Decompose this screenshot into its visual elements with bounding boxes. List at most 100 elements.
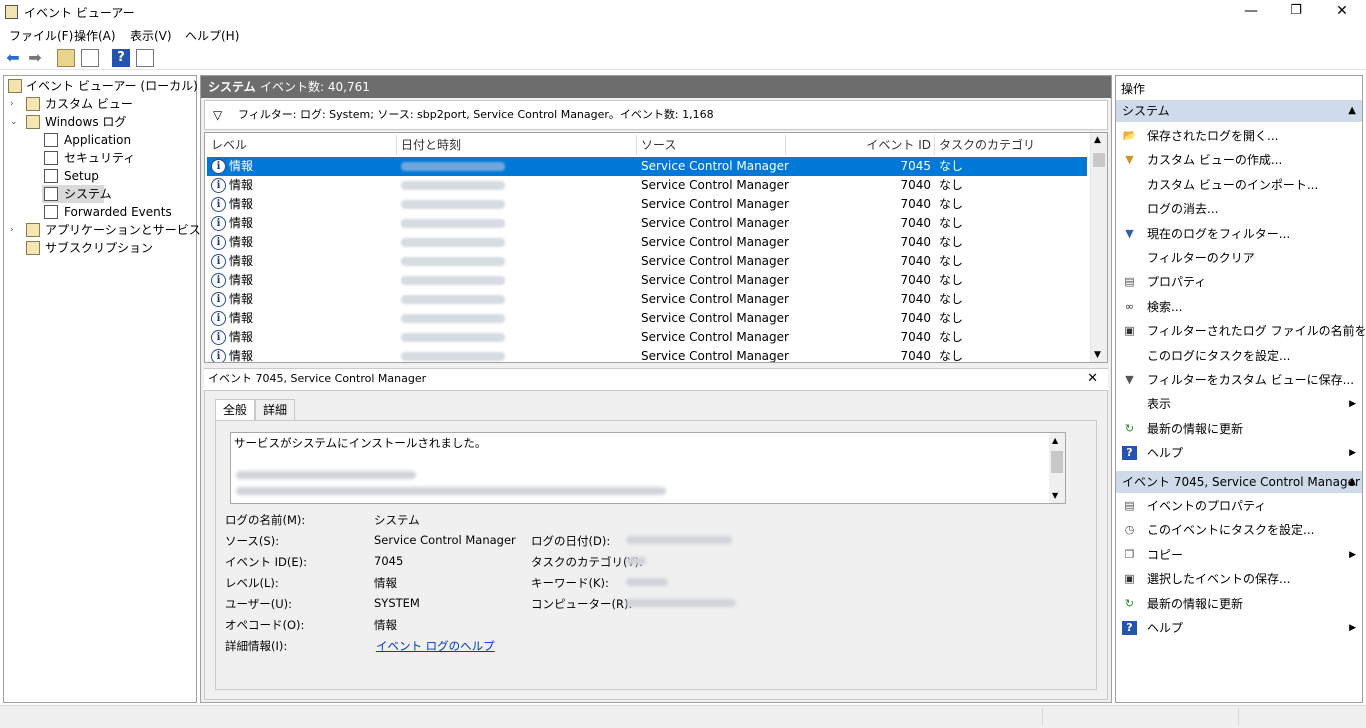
- action-item[interactable]: ▼ フィルターをカスタム ビューに保存...: [1116, 368, 1362, 392]
- action-item[interactable]: ❐ コピー ▶: [1116, 543, 1362, 567]
- event-row[interactable]: i 情報 Service Control Manager 7040 なし: [207, 347, 1087, 363]
- event-source: Service Control Manager: [641, 197, 789, 211]
- help-icon[interactable]: ?: [112, 49, 130, 67]
- column-header-task-category[interactable]: タスクのカテゴリ: [939, 135, 1035, 155]
- event-row[interactable]: i 情報 Service Control Manager 7040 なし: [207, 328, 1087, 347]
- event-row[interactable]: i 情報 Service Control Manager 7040 なし: [207, 309, 1087, 328]
- action-item[interactable]: ◷ このイベントにタスクを設定...: [1116, 518, 1362, 542]
- expand-icon[interactable]: ›: [10, 95, 20, 113]
- event-row[interactable]: i 情報 Service Control Manager 7040 なし: [207, 290, 1087, 309]
- log-icon: [44, 151, 58, 165]
- event-message-box[interactable]: サービスがシステムにインストールされました。 ▲ ▼: [230, 432, 1066, 504]
- collapse-up-icon[interactable]: ▲: [1348, 100, 1356, 122]
- redacted-text: [236, 471, 416, 479]
- event-row[interactable]: i 情報 Service Control Manager 7045 なし: [207, 157, 1087, 176]
- tree-log-label: システム: [64, 187, 112, 201]
- menu-view[interactable]: 表示(V): [130, 27, 172, 44]
- back-arrow-icon[interactable]: ⬅: [4, 49, 22, 67]
- menu-file[interactable]: ファイル(F): [9, 27, 73, 44]
- event-level: 情報: [229, 349, 254, 363]
- information-icon: i: [211, 159, 226, 174]
- scroll-down-icon[interactable]: ▼: [1094, 350, 1101, 360]
- event-count: イベント数: 40,761: [260, 80, 370, 94]
- message-scrollbar[interactable]: ▲ ▼: [1049, 433, 1065, 503]
- tree-log-system[interactable]: システム: [42, 185, 112, 203]
- scroll-down-icon[interactable]: ▼: [1052, 491, 1058, 500]
- event-level: 情報: [229, 159, 254, 173]
- event-row[interactable]: i 情報 Service Control Manager 7040 なし: [207, 214, 1087, 233]
- actions-section-system[interactable]: システム ▲: [1116, 100, 1362, 122]
- close-detail-icon[interactable]: ✕: [1087, 369, 1098, 389]
- more-info-label: 詳細情報(I):: [225, 639, 288, 653]
- tree-app-service-logs[interactable]: › アプリケーションとサービス ログ: [10, 221, 229, 239]
- scroll-thumb[interactable]: [1093, 153, 1105, 167]
- maximize-button[interactable]: ❐: [1273, 0, 1319, 24]
- console-tree-icon[interactable]: [81, 49, 99, 67]
- menu-action[interactable]: 操作(A): [74, 27, 116, 44]
- tree-custom-views[interactable]: › カスタム ビュー: [10, 95, 190, 113]
- action-label: 現在のログをフィルター...: [1147, 226, 1291, 241]
- tab-details[interactable]: 詳細: [255, 399, 295, 421]
- tab-general[interactable]: 全般: [215, 399, 255, 422]
- action-item[interactable]: ▼ 現在のログをフィルター...: [1116, 222, 1362, 246]
- scroll-thumb[interactable]: [1051, 451, 1063, 473]
- grid-scrollbar[interactable]: ▲ ▼: [1090, 133, 1107, 362]
- scroll-up-icon[interactable]: ▲: [1094, 135, 1101, 145]
- expand-icon[interactable]: ›: [10, 221, 20, 239]
- action-label: 保存されたログを開く...: [1147, 129, 1279, 143]
- column-divider[interactable]: [636, 135, 637, 155]
- action-item[interactable]: フィルターのクリア: [1116, 246, 1362, 270]
- redacted-computer: [626, 599, 736, 607]
- column-header-level[interactable]: レベル: [211, 135, 247, 155]
- action-item[interactable]: ▣ 選択したイベントの保存...: [1116, 567, 1362, 591]
- action-item[interactable]: 表示 ▶: [1116, 392, 1362, 416]
- action-item[interactable]: カスタム ビューのインポート...: [1116, 173, 1362, 197]
- column-divider[interactable]: [396, 135, 397, 155]
- column-header-date[interactable]: 日付と時刻: [401, 135, 461, 155]
- minimize-button[interactable]: —: [1228, 0, 1274, 24]
- collapse-icon[interactable]: ⌄: [10, 113, 20, 131]
- event-log-help-link[interactable]: イベント ログのヘルプ: [376, 638, 495, 654]
- up-folder-icon[interactable]: [57, 49, 75, 67]
- action-item[interactable]: ↻ 最新の情報に更新: [1116, 417, 1362, 441]
- action-pane-icon[interactable]: [136, 49, 154, 67]
- filter-icon: ▼: [1125, 226, 1134, 240]
- column-divider[interactable]: [785, 135, 786, 155]
- tree-subscriptions[interactable]: サブスクリプション: [10, 239, 190, 257]
- menu-help[interactable]: ヘルプ(H): [185, 27, 239, 44]
- action-item[interactable]: ↻ 最新の情報に更新: [1116, 592, 1362, 616]
- event-row[interactable]: i 情報 Service Control Manager 7040 なし: [207, 176, 1087, 195]
- tree-log-setup[interactable]: Setup: [42, 167, 192, 185]
- tree-custom-views-label: カスタム ビュー: [45, 97, 133, 111]
- column-divider[interactable]: [934, 135, 935, 155]
- tree-log-application[interactable]: Application: [42, 131, 192, 149]
- tree-log-security[interactable]: セキュリティ: [42, 149, 192, 167]
- action-item[interactable]: このログにタスクを設定...: [1116, 344, 1362, 368]
- column-header-event-id[interactable]: イベント ID: [791, 135, 931, 155]
- action-item[interactable]: ▣ フィルターされたログ ファイルの名前を付...: [1116, 319, 1366, 343]
- action-item[interactable]: ▼ カスタム ビューの作成...: [1116, 148, 1362, 172]
- action-item[interactable]: ▤ プロパティ: [1116, 270, 1362, 294]
- action-item[interactable]: ▤ イベントのプロパティ: [1116, 494, 1362, 518]
- scroll-up-icon[interactable]: ▲: [1052, 436, 1058, 445]
- tree-root[interactable]: イベント ビューアー (ローカル): [6, 77, 198, 95]
- tree-windows-logs[interactable]: ⌄ Windows ログ: [10, 113, 190, 131]
- tree-log-forwarded[interactable]: Forwarded Events: [42, 203, 192, 221]
- action-item[interactable]: ログの消去...: [1116, 197, 1362, 221]
- action-item[interactable]: ? ヘルプ ▶: [1116, 616, 1362, 640]
- event-row[interactable]: i 情報 Service Control Manager 7040 なし: [207, 233, 1087, 252]
- action-item[interactable]: ∞ 検索...: [1116, 295, 1362, 319]
- action-item[interactable]: ? ヘルプ ▶: [1116, 441, 1362, 465]
- event-row[interactable]: i 情報 Service Control Manager 7040 なし: [207, 252, 1087, 271]
- column-header-source[interactable]: ソース: [641, 135, 676, 155]
- title-bar: イベント ビューアー — ❐ ✕: [0, 0, 1366, 24]
- action-item[interactable]: 📂 保存されたログを開く...: [1116, 124, 1362, 148]
- log-icon: [44, 133, 58, 147]
- collapse-up-icon[interactable]: ▲: [1348, 471, 1356, 493]
- event-row[interactable]: i 情報 Service Control Manager 7040 なし: [207, 271, 1087, 290]
- event-row[interactable]: i 情報 Service Control Manager 7040 なし: [207, 195, 1087, 214]
- forward-arrow-icon[interactable]: ➡: [26, 49, 44, 67]
- actions-section-event[interactable]: イベント 7045, Service Control Manager ▲: [1116, 471, 1362, 493]
- action-label: カスタム ビューのインポート...: [1147, 177, 1319, 192]
- close-button[interactable]: ✕: [1319, 0, 1365, 24]
